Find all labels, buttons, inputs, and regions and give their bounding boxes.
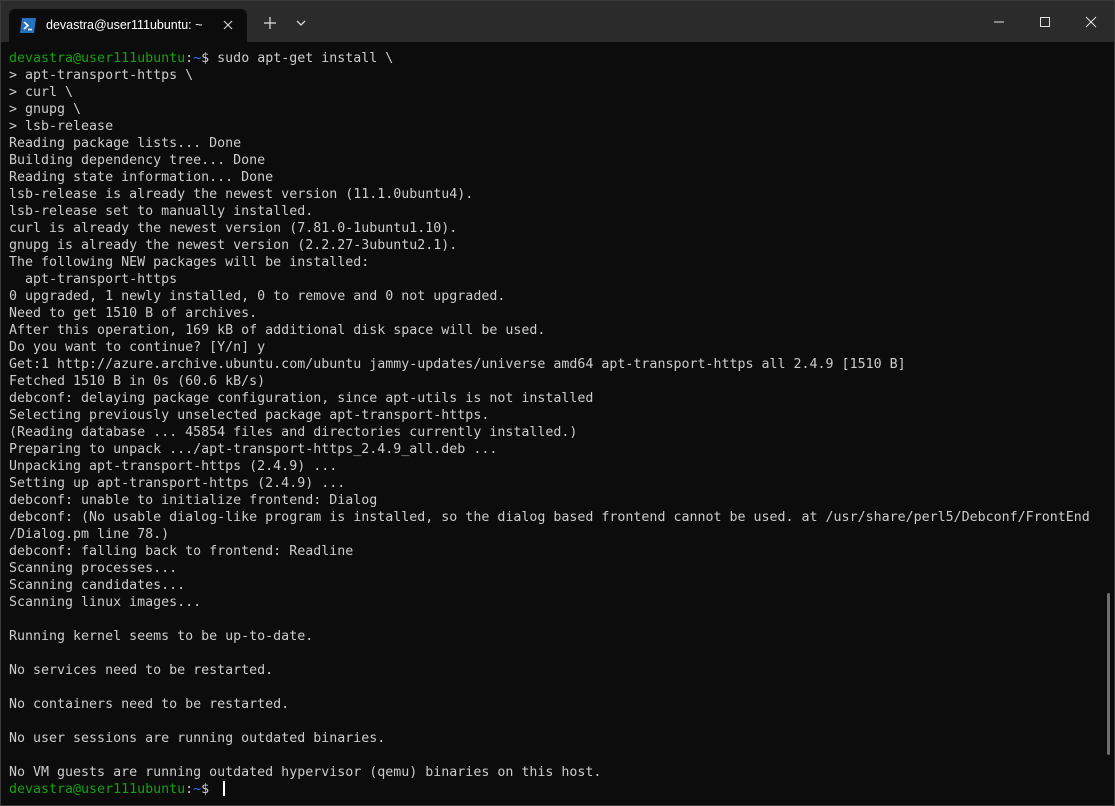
output-line: Scanning linux images... [9, 595, 202, 610]
output-line: Scanning candidates... [9, 578, 186, 593]
output-line: 0 upgraded, 1 newly installed, 0 to remo… [9, 289, 506, 304]
active-prompt-line[interactable]: devastra@user111ubuntu:~$ [9, 781, 1101, 798]
prompt-user-host: devastra@user111ubuntu [9, 782, 186, 797]
output-line: Unpacking apt-transport-https (2.4.9) ..… [9, 459, 338, 474]
output-line: No user sessions are running outdated bi… [9, 731, 386, 746]
output-line: No VM guests are running outdated hyperv… [9, 765, 602, 780]
output-line: > gnupg \ [9, 102, 82, 117]
output-line: After this operation, 169 kB of addition… [9, 323, 546, 338]
output-line: Reading state information... Done [9, 170, 274, 185]
plus-icon[interactable] [261, 14, 279, 32]
command-text: sudo apt-get install \ [217, 51, 394, 66]
prompt-separator: : [185, 51, 194, 66]
text-cursor [223, 781, 226, 796]
prompt-user-host: devastra@user111ubuntu [9, 51, 186, 66]
output-line: Fetched 1510 B in 0s (60.6 kB/s) [9, 374, 266, 389]
output-line: > apt-transport-https \ [9, 68, 194, 83]
output-line: Building dependency tree... Done [9, 153, 266, 168]
minimize-button[interactable] [976, 1, 1022, 42]
output-line: Setting up apt-transport-https (2.4.9) .… [9, 476, 346, 491]
terminal-output[interactable]: devastra@user111ubuntu:~$ sudo apt-get i… [9, 50, 1101, 800]
close-button[interactable] [1068, 1, 1114, 42]
output-line: curl is already the newest version (7.81… [9, 221, 458, 236]
output-lines: > apt-transport-https \ > curl \ > gnupg \… [9, 67, 1101, 781]
prompt-symbol: $ [201, 782, 218, 797]
chevron-down-icon[interactable] [292, 14, 310, 32]
output-line: /Dialog.pm line 78.) [9, 527, 170, 542]
tab-terminal[interactable]: devastra@user111ubuntu: ~ [9, 9, 247, 42]
output-line: (Reading database ... 45854 files and di… [9, 425, 578, 440]
output-line: lsb-release is already the newest versio… [9, 187, 474, 202]
output-line: debconf: falling back to frontend: Readl… [9, 544, 354, 559]
output-line: debconf: (No usable dialog-like program … [9, 510, 1090, 525]
output-line: Get:1 http://azure.archive.ubuntu.com/ub… [9, 357, 906, 372]
output-line: > lsb-release [9, 119, 114, 134]
output-line: No containers need to be restarted. [9, 697, 290, 712]
minimize-icon [994, 21, 1004, 23]
output-line: gnupg is already the newest version (2.2… [9, 238, 458, 253]
close-icon[interactable] [220, 17, 236, 33]
prompt-symbol: $ [201, 51, 218, 66]
output-line: Selecting previously unselected package … [9, 408, 490, 423]
output-line: The following NEW packages will be insta… [9, 255, 370, 270]
output-line: Do you want to continue? [Y/n] y [9, 340, 266, 355]
output-line: debconf: unable to initialize frontend: … [9, 493, 378, 508]
command-line: devastra@user111ubuntu:~$ sudo apt-get i… [9, 50, 1101, 67]
output-line: Reading package lists... Done [9, 136, 242, 151]
maximize-button[interactable] [1022, 1, 1068, 42]
output-line: Preparing to unpack .../apt-transport-ht… [9, 442, 498, 457]
scrollbar-thumb[interactable] [1107, 593, 1110, 755]
output-line: Need to get 1510 B of archives. [9, 306, 258, 321]
output-line: debconf: delaying package configuration,… [9, 391, 594, 406]
prompt-path: ~ [193, 51, 202, 66]
tab-title: devastra@user111ubuntu: ~ [46, 18, 203, 32]
maximize-icon [1040, 17, 1050, 27]
output-line: Scanning processes... [9, 561, 178, 576]
close-icon [1085, 16, 1097, 28]
output-line: apt-transport-https [9, 272, 178, 287]
terminal-window: devastra@user111ubuntu: ~ devastra@user1… [0, 0, 1115, 806]
output-line: No services need to be restarted. [9, 663, 274, 678]
prompt-path: ~ [193, 782, 202, 797]
powershell-icon [20, 18, 36, 33]
output-line: lsb-release set to manually installed. [9, 204, 314, 219]
output-line: > curl \ [9, 85, 74, 100]
title-bar[interactable]: devastra@user111ubuntu: ~ [1, 1, 1114, 42]
output-line: Running kernel seems to be up-to-date. [9, 629, 314, 644]
prompt-separator: : [185, 782, 194, 797]
